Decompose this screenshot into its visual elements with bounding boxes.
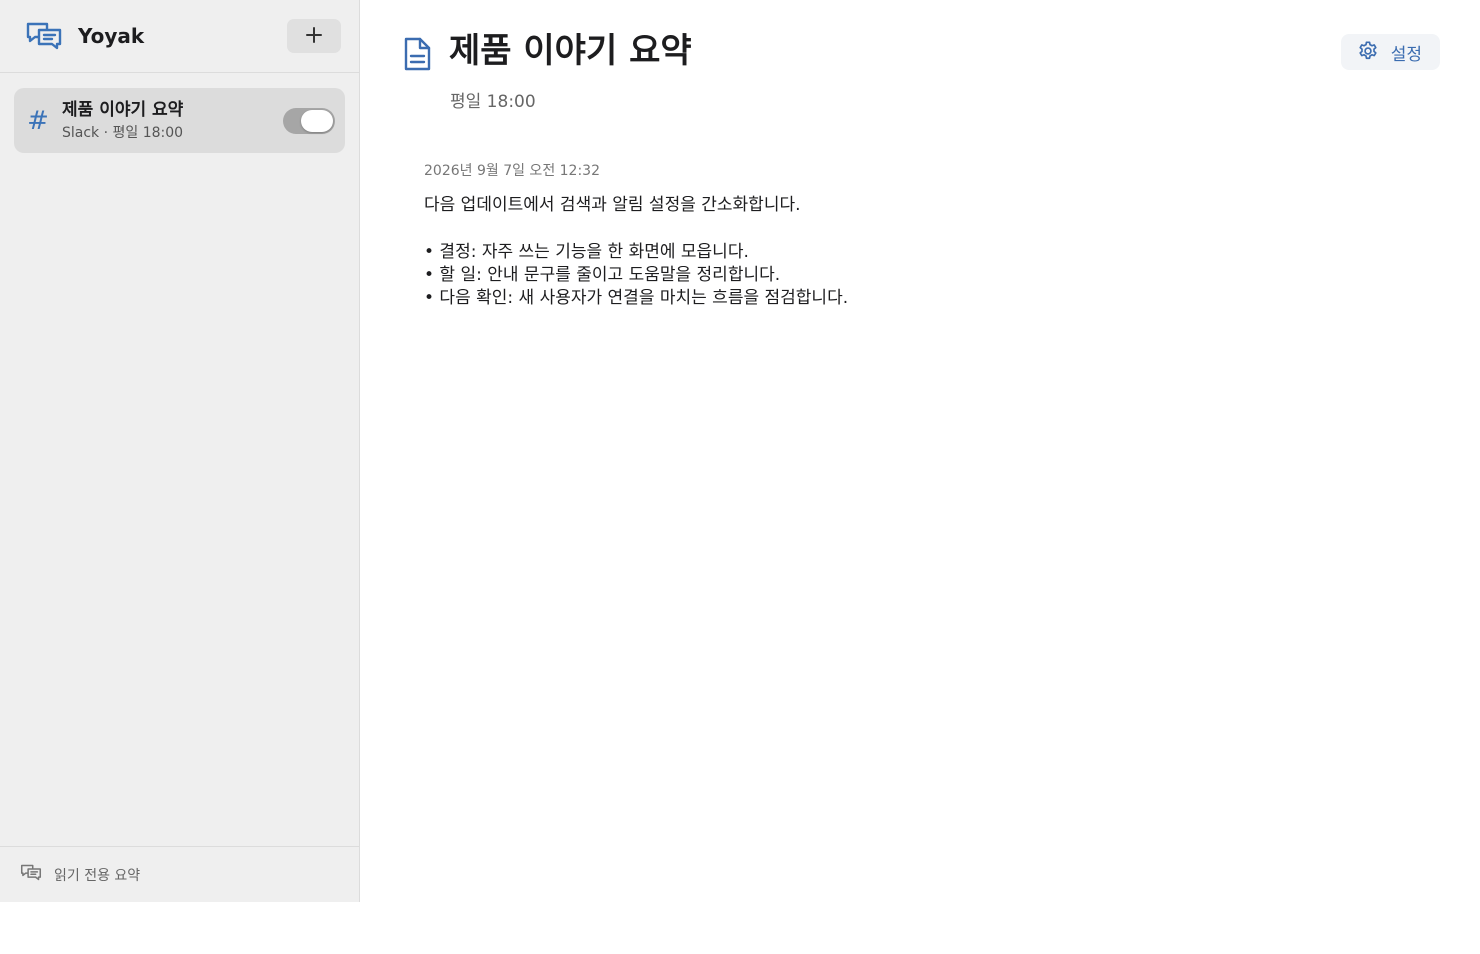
chat-bubbles-icon [20,863,42,886]
gear-icon [1357,40,1379,65]
list-item: • 할 일: 안내 문구를 줄이고 도움말을 정리합니다. [424,265,781,285]
main-panel: 제품 이야기 요약 평일 18:00 설정 2026년 9월 7일 오전 12:… [360,0,1480,902]
page-title: 제품 이야기 요약 [449,31,692,71]
footer-label: 읽기 전용 요약 [54,867,141,884]
app-window: Yoyak # 제품 이야기 요약 Slack · 평일 18:00 읽기 전용… [0,0,1480,902]
sidebar-header: Yoyak [0,0,359,73]
app-name: Yoyak [78,24,145,48]
hash-icon: # [27,105,49,136]
settings-label: 설정 [1390,44,1422,64]
list-item: • 다음 확인: 새 사용자가 연결을 마치는 흐름을 점검합니다. [424,288,849,308]
summary-bullets: • 결정: 자주 쓰는 기능을 한 화면에 모읍니다. • 할 일: 안내 문구… [424,241,1324,310]
sidebar-footer: 읽기 전용 요약 [0,846,359,902]
summary-list: # 제품 이야기 요약 Slack · 평일 18:00 [0,73,359,846]
sidebar-item-subtitle: Slack · 평일 18:00 [62,124,184,141]
schedule-text: 평일 18:00 [450,92,536,112]
sidebar-item-text: 제품 이야기 요약 Slack · 평일 18:00 [62,99,283,143]
add-summary-button[interactable] [287,19,341,53]
sidebar-item-product-summary[interactable]: # 제품 이야기 요약 Slack · 평일 18:00 [14,88,345,153]
toggle-knob [301,109,333,132]
chat-bubbles-icon [24,19,64,53]
sidebar: Yoyak # 제품 이야기 요약 Slack · 평일 18:00 읽기 전용… [0,0,360,902]
summary-content: 2026년 9월 7일 오전 12:32 다음 업데이트에서 검색과 알림 설정… [424,160,1324,310]
settings-button[interactable]: 설정 [1340,34,1440,70]
summary-intro: 다음 업데이트에서 검색과 알림 설정을 간소화합니다. [424,195,801,215]
document-icon [402,36,432,72]
sidebar-item-title: 제품 이야기 요약 [62,99,184,120]
summary-timestamp: 2026년 9월 7일 오전 12:32 [424,163,600,179]
summary-enabled-toggle[interactable] [283,107,335,134]
list-item: • 결정: 자주 쓰는 기능을 한 화면에 모읍니다. [424,242,749,262]
plus-icon [305,26,323,47]
